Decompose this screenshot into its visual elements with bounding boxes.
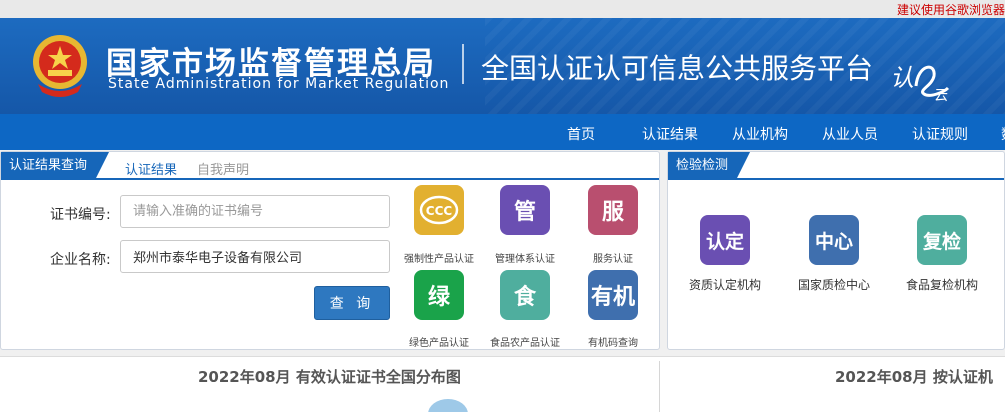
tile-qualification-glyph: 认定 <box>705 230 744 253</box>
tab-inspection[interactable]: 检验检测 <box>668 152 750 180</box>
tile-management[interactable]: 管 <box>500 185 550 235</box>
nav-data[interactable]: 数 <box>1001 124 1005 144</box>
company-name-input[interactable] <box>120 240 390 273</box>
tile-management-label: 管理体系认证 <box>495 254 555 265</box>
cert-no-input[interactable] <box>120 195 390 228</box>
tile-service-label: 服务认证 <box>593 254 633 265</box>
tab-cert-query[interactable]: 认证结果查询 <box>1 152 109 180</box>
nav-home[interactable]: 首页 <box>567 124 595 144</box>
stats-divider <box>659 361 660 412</box>
ccc-mark-icon: CCC <box>419 195 459 225</box>
inspection-tab-bar: 检验检测 <box>668 152 1004 180</box>
tile-national-center[interactable]: 中心 <box>809 215 859 265</box>
site-header: 国家市场监督管理总局 State Administration for Mark… <box>0 18 1005 114</box>
cert-no-label: 证书编号: <box>50 207 111 223</box>
svg-text:CCC: CCC <box>426 204 453 218</box>
logo-text-2: 云 <box>934 88 948 102</box>
main-nav: 首页 认证结果 从业机构 从业人员 认证规则 数 <box>0 114 1005 150</box>
tile-food-recheck-label: 食品复检机构 <box>905 278 978 292</box>
tile-national-center-glyph: 中心 <box>814 230 853 253</box>
national-emblem-icon <box>33 35 87 97</box>
tile-organic[interactable]: 有机 <box>588 270 638 320</box>
stats-section: 2022年08月 有效认证证书全国分布图 2022年08月 按认证机 <box>0 356 1005 412</box>
tile-management-glyph: 管 <box>513 200 536 225</box>
distribution-map-title: 2022年08月 有效认证证书全国分布图 <box>198 368 461 386</box>
tile-green-label: 绿色产品认证 <box>409 338 469 349</box>
tile-food-recheck-glyph: 复检 <box>922 230 961 253</box>
tile-organic-label: 有机码查询 <box>588 338 638 349</box>
nav-cert-results[interactable]: 认证结果 <box>642 124 698 144</box>
tile-green-glyph: 绿 <box>427 285 450 310</box>
tile-service[interactable]: 服 <box>588 185 638 235</box>
by-institution-title: 2022年08月 按认证机 <box>835 368 993 386</box>
header-divider <box>462 44 464 84</box>
nav-institutions[interactable]: 从业机构 <box>732 124 788 144</box>
tile-food-label: 食品农产品认证 <box>490 338 560 349</box>
tile-national-center-label: 国家质检中心 <box>797 278 870 292</box>
top-strip: 建议使用谷歌浏览器 <box>0 0 1005 18</box>
china-map-icon[interactable] <box>428 399 468 412</box>
company-name-label: 企业名称: <box>50 252 111 268</box>
tab-cert-results[interactable]: 认证结果 <box>125 159 177 178</box>
cert-tab-bar: 认证结果查询 认证结果 自我声明 <box>1 152 659 180</box>
cert-cloud-logo-icon: 认 云 <box>890 64 950 102</box>
tile-green[interactable]: 绿 <box>414 270 464 320</box>
tile-ccc[interactable]: CCC <box>414 185 464 235</box>
tile-service-glyph: 服 <box>601 200 624 225</box>
agency-name-en: State Administration for Market Regulati… <box>108 76 450 92</box>
tile-ccc-label: 强制性产品认证 <box>404 254 474 265</box>
nav-personnel[interactable]: 从业人员 <box>822 124 878 144</box>
nav-cert-rules[interactable]: 认证规则 <box>912 124 968 144</box>
tile-qualification-label: 资质认定机构 <box>688 278 761 292</box>
platform-title: 全国认证认可信息公共服务平台 <box>481 52 874 85</box>
browser-tip: 建议使用谷歌浏览器 <box>896 3 1005 17</box>
query-button[interactable]: 查 询 <box>314 286 390 320</box>
logo-text-1: 认 <box>890 64 914 92</box>
tile-organic-glyph: 有机 <box>590 285 635 310</box>
tile-food-glyph: 食 <box>513 285 536 310</box>
tile-food[interactable]: 食 <box>500 270 550 320</box>
tile-qualification[interactable]: 认定 <box>700 215 750 265</box>
tile-food-recheck[interactable]: 复检 <box>917 215 967 265</box>
tab-self-declaration[interactable]: 自我声明 <box>197 159 249 178</box>
